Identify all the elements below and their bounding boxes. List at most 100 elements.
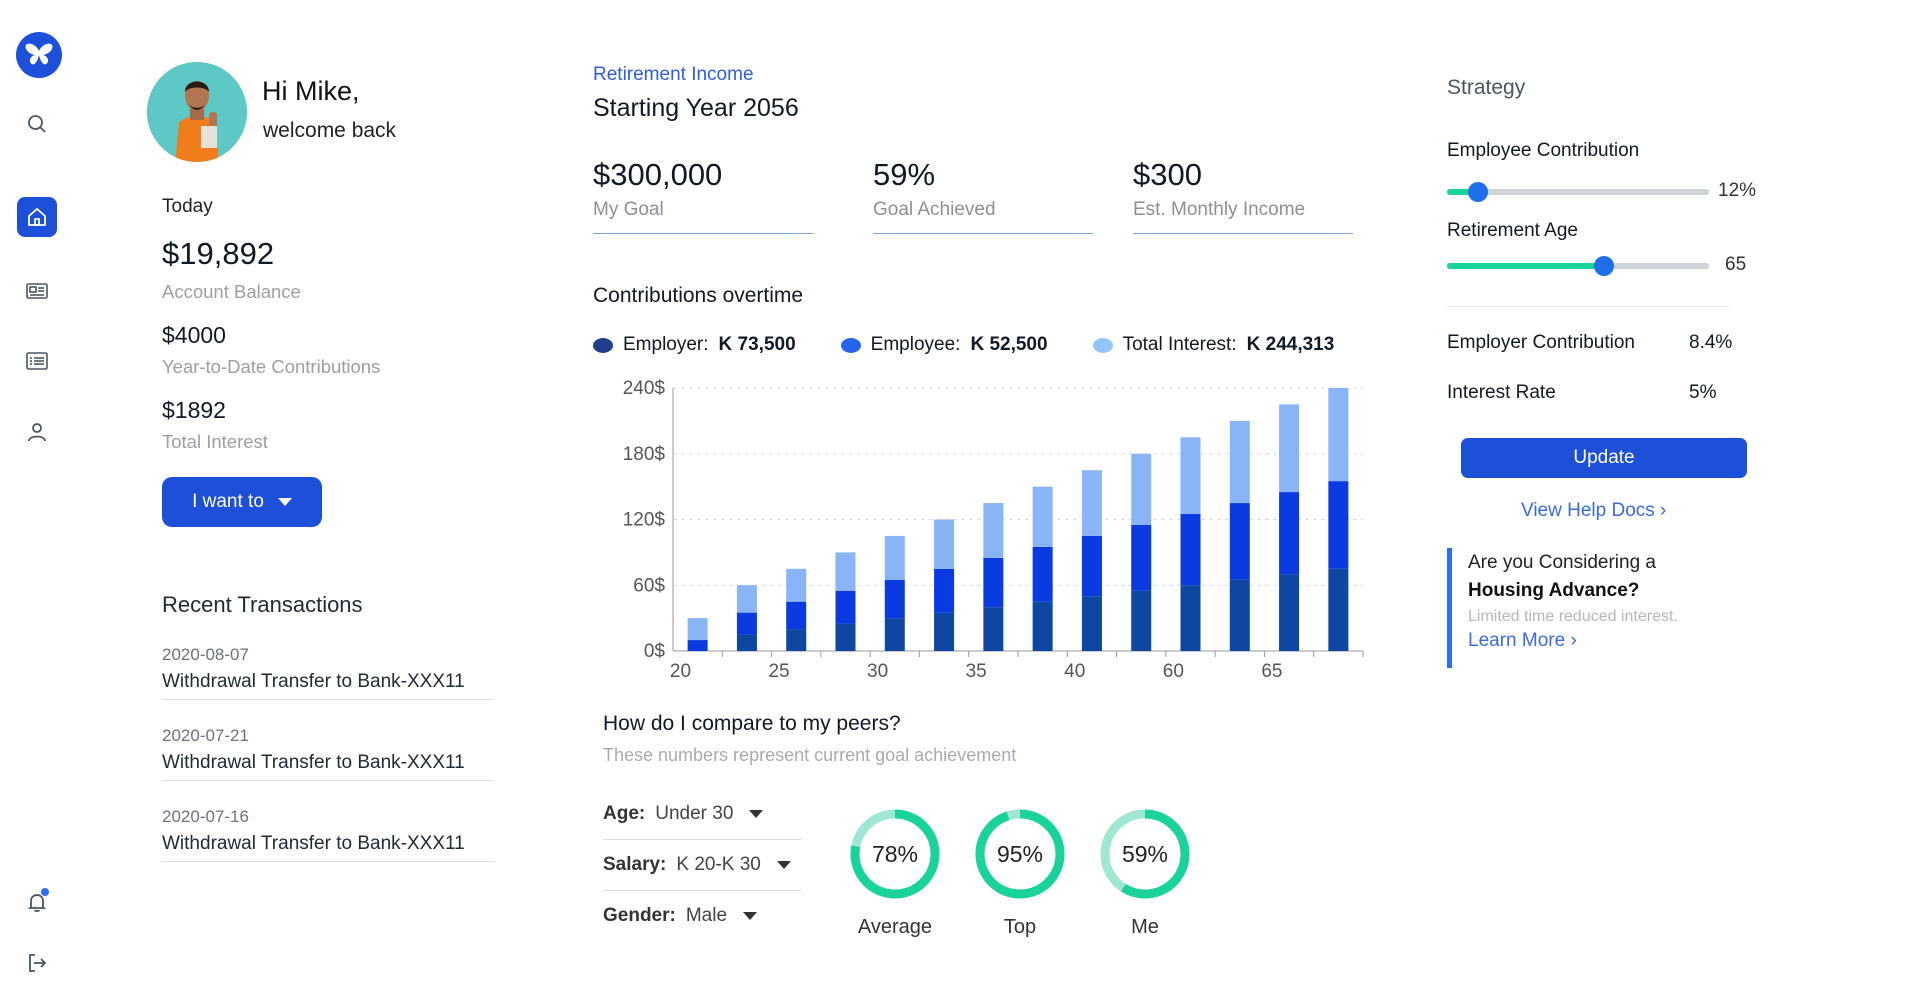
account-balance-label: Account Balance (162, 281, 301, 302)
slider-handle[interactable] (1468, 182, 1489, 202)
chart-legend: Employer: K 73,500 Employee: K 52,500 To… (593, 334, 1334, 356)
newspaper-icon[interactable] (17, 271, 57, 311)
donut-top: 95% Top (972, 806, 1068, 939)
caret-down-icon (277, 498, 292, 506)
chart-bar-segment (835, 623, 856, 651)
sidebar-nav (0, 0, 76, 986)
peers-title: How do I compare to my peers? (603, 712, 901, 735)
avatar[interactable] (147, 62, 247, 162)
y-tick-label: 240$ (623, 378, 666, 399)
chart-bar-segment (736, 634, 757, 651)
donut-label: Average (857, 916, 933, 938)
chart-bar-segment (1081, 596, 1102, 651)
salary-filter[interactable]: Salary: K 20-K 30 (603, 854, 801, 891)
total-interest: $1892 (162, 397, 226, 423)
kpi-value: $300,000 (593, 157, 723, 192)
chart-bar-segment (1229, 503, 1250, 580)
employer-contribution-label: Employer Contribution (1447, 332, 1635, 353)
employer-contribution-value: 8.4% (1689, 332, 1733, 353)
transaction-desc: Withdrawal Transfer to Bank-XXX11 (162, 833, 465, 854)
chart-bar-segment (983, 557, 1004, 608)
chart-bar-segment (934, 519, 955, 569)
chart-bar-segment (1229, 420, 1250, 504)
chart-bar-segment (1180, 437, 1201, 515)
legend-employee: Employee: K 52,500 (840, 334, 1048, 356)
x-tick-label: 25 (768, 661, 789, 682)
chart-bar-segment (1328, 568, 1349, 651)
chart-bar-segment (1328, 481, 1349, 569)
employee-contribution-slider[interactable] (1447, 182, 1709, 202)
filter-key: Gender: (603, 905, 676, 926)
greeting: Hi Mike, (262, 76, 360, 106)
view-help-docs-link[interactable]: View Help Docs › (1521, 500, 1666, 522)
donut-me: 59% Me (1097, 806, 1193, 939)
i-want-to-button[interactable]: I want to (162, 477, 322, 527)
list-icon[interactable] (17, 341, 57, 381)
employee-contribution-label: Employee Contribution (1447, 140, 1640, 161)
notification-dot (41, 888, 49, 896)
chart-bar-segment (884, 579, 905, 619)
bell-icon[interactable] (17, 882, 57, 922)
donut-label: Me (1131, 916, 1159, 938)
logout-icon[interactable] (17, 943, 57, 983)
x-tick-label: 35 (966, 661, 987, 682)
x-tick-label: 60 (1163, 661, 1184, 682)
profile-avatar-wrap (147, 62, 247, 162)
legend-value: K 73,500 (718, 334, 796, 355)
chart-bar-segment (934, 568, 955, 613)
legend-swatch (1092, 337, 1113, 353)
learn-more-link[interactable]: Learn More › (1468, 630, 1727, 652)
chart-bar-segment (884, 535, 905, 580)
chart-bar-segment (1180, 514, 1201, 586)
x-tick-label: 65 (1261, 661, 1282, 682)
divider (1447, 306, 1729, 307)
chart-bar-segment (786, 568, 807, 602)
chart-bar-segment (736, 612, 757, 635)
chart-bar-segment (983, 607, 1004, 651)
interest-rate-value: 5% (1689, 382, 1717, 403)
i-want-to-label: I want to (192, 491, 264, 512)
filter-value: Under 30 (655, 803, 734, 824)
update-button[interactable]: Update (1461, 438, 1747, 478)
y-tick-label: 0$ (644, 641, 666, 662)
search-icon[interactable] (17, 104, 57, 144)
kpi-label: Goal Achieved (873, 199, 996, 220)
y-tick-label: 120$ (623, 510, 666, 531)
filter-key: Salary: (603, 854, 667, 875)
kpi-value: 59% (873, 157, 936, 192)
legend-value: K 244,313 (1246, 334, 1335, 355)
butterfly-logo-icon[interactable] (16, 32, 62, 78)
chart-bar-segment (1279, 574, 1300, 651)
ytd-contributions: $4000 (162, 322, 226, 348)
transaction-desc: Withdrawal Transfer to Bank-XXX11 (162, 752, 465, 773)
chart-bar-segment (1081, 535, 1102, 597)
x-tick-label: 20 (670, 661, 691, 682)
chart-bar-segment (786, 601, 807, 630)
user-icon[interactable] (17, 412, 57, 452)
kpi-label: Est. Monthly Income (1133, 199, 1306, 220)
age-filter[interactable]: Age: Under 30 (603, 803, 801, 840)
welcome-text: welcome back (263, 119, 397, 142)
total-interest-label: Total Interest (162, 431, 268, 452)
home-icon[interactable] (17, 197, 57, 237)
slider-handle[interactable] (1594, 256, 1615, 276)
transaction-item[interactable]: 2020-07-21 Withdrawal Transfer to Bank-X… (162, 726, 494, 781)
contributions-chart: 0$ 60$ 120$ 180$ 240$ 20 25 30 35 40 60 65 (623, 378, 1364, 682)
chart-bar-segment (835, 590, 856, 624)
chart-bar-segment (1081, 470, 1102, 536)
contributions-title: Contributions overtime (593, 284, 804, 307)
transaction-item[interactable]: 2020-08-07 Withdrawal Transfer to Bank-X… (162, 645, 494, 700)
kpi-monthly-income: $300 Est. Monthly Income (1133, 157, 1353, 234)
gender-filter[interactable]: Gender: Male (603, 905, 801, 941)
retirement-age-slider[interactable] (1447, 256, 1709, 276)
transaction-item[interactable]: 2020-07-16 Withdrawal Transfer to Bank-X… (162, 807, 494, 862)
chart-bar-segment (1279, 404, 1300, 493)
legend-label: Employee: (870, 334, 961, 355)
today-label: Today (162, 196, 213, 217)
account-balance: $19,892 (162, 236, 275, 271)
promo-subtext: Limited time reduced interest. (1468, 608, 1678, 625)
ytd-contributions-label: Year-to-Date Contributions (162, 356, 381, 377)
promo-line: Are you Considering a (1468, 552, 1656, 573)
chart-bar-segment (1328, 388, 1349, 482)
chart-bar-segment (1131, 590, 1152, 651)
